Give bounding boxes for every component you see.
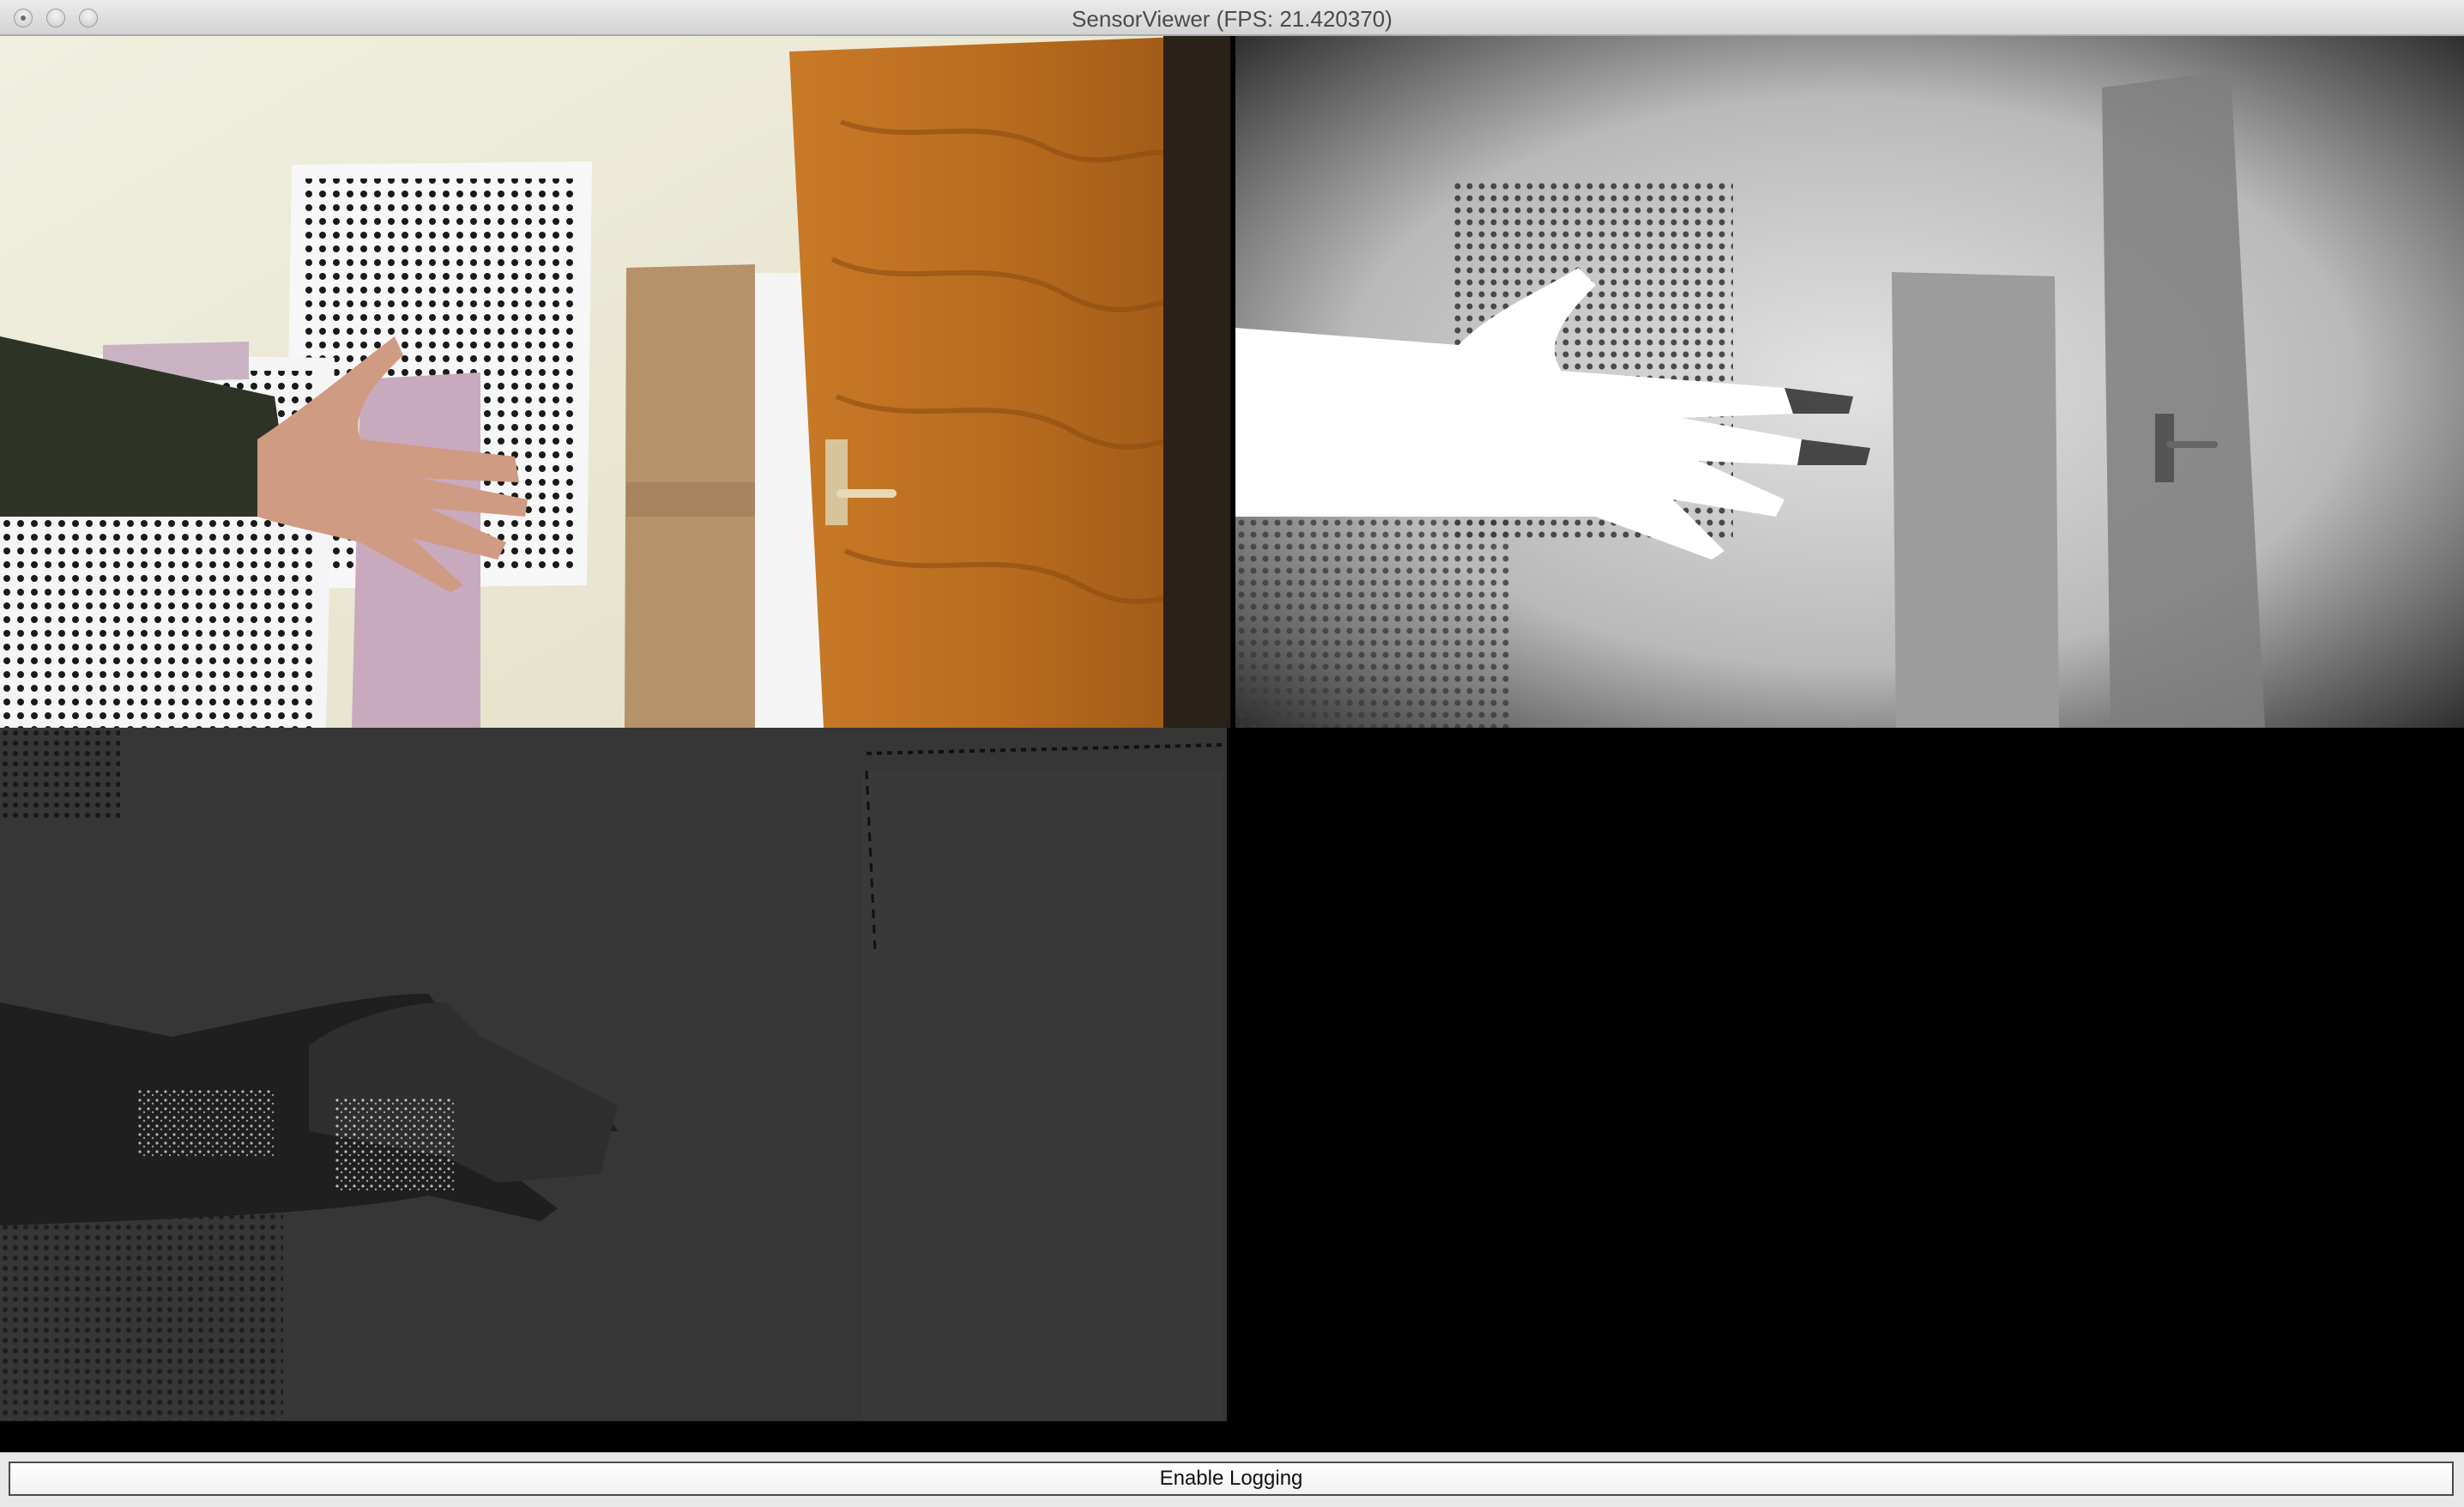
- bottom-toolbar: Enable Logging: [0, 1452, 2464, 1507]
- title-bar[interactable]: SensorViewer (FPS: 21.420370): [0, 0, 2464, 36]
- depth-view: [0, 728, 1227, 1421]
- sensor-viewer-window: SensorViewer (FPS: 21.420370) Enable Log…: [0, 0, 2464, 1507]
- enable-logging-button[interactable]: Enable Logging: [9, 1462, 2454, 1496]
- infrared-view: [1235, 36, 2464, 728]
- window-title: SensorViewer (FPS: 21.420370): [1072, 6, 1392, 32]
- color-camera-view: [0, 36, 1230, 728]
- empty-view: [1227, 728, 2464, 1421]
